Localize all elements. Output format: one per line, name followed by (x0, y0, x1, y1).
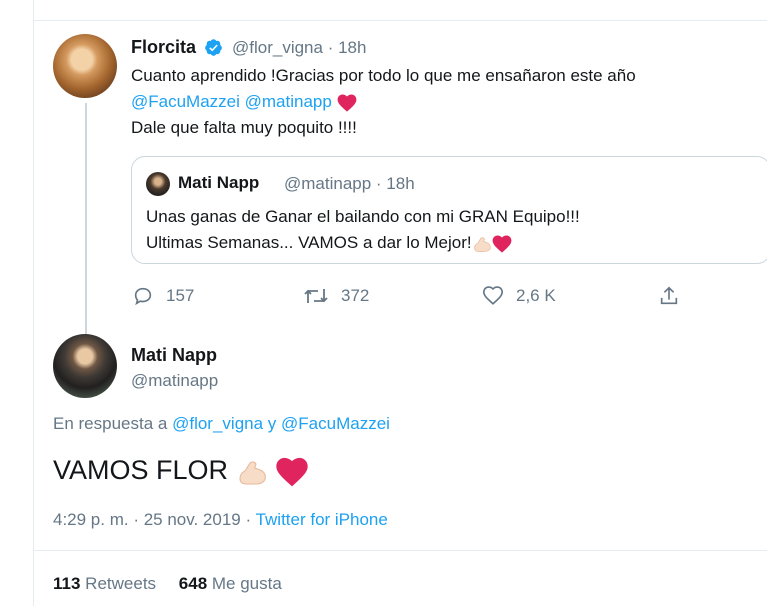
tweet2-author-name[interactable]: Mati Napp (131, 345, 217, 366)
share-icon (660, 286, 678, 305)
like-stat-count[interactable]: 648 (179, 574, 207, 593)
retweet-icon (304, 289, 328, 303)
quoted-text-line2: Ultimas Semanas... VAMOS a dar lo Mejor! (146, 230, 512, 256)
mention-matinapp[interactable]: @matinapp (245, 92, 332, 111)
reply-prefix: En respuesta a (53, 414, 168, 433)
tweet2-handle[interactable]: @matinapp (131, 371, 218, 391)
reply-join: y (267, 414, 277, 433)
tweet2-source[interactable]: Twitter for iPhone (256, 510, 388, 529)
thread-connector (85, 103, 87, 335)
reply-mention-facumazzei[interactable]: @FacuMazzei (281, 414, 390, 433)
tweet2-meta: 4:29 p. m. · 25 nov. 2019 · Twitter for … (53, 507, 388, 533)
like-count: 2,6 K (516, 286, 556, 305)
reply-count: 157 (166, 286, 195, 305)
share-action[interactable] (658, 285, 692, 307)
retweet-stat-label[interactable]: Retweets (85, 574, 156, 593)
top-divider (34, 20, 767, 21)
like-stat-label[interactable]: Me gusta (212, 574, 282, 593)
tweet1-text-line1: Cuanto aprendido !Gracias por todo lo qu… (131, 66, 636, 85)
frame-border (33, 0, 34, 606)
heart-emoji-icon (337, 94, 356, 112)
flexed-biceps-emoji-icon (239, 461, 266, 485)
flexed-biceps-emoji-icon (473, 236, 491, 252)
tweet2-timestamp[interactable]: 4:29 p. m. · 25 nov. 2019 · (53, 510, 251, 529)
tweet1-author-name[interactable]: Florcita (131, 37, 196, 58)
retweet-stat-count[interactable]: 113 (53, 574, 80, 593)
tweet1-text-line3: Dale que falta muy poquito !!!! (131, 118, 357, 137)
mati-napp-small-avatar (146, 172, 170, 196)
mention-facumazzei[interactable]: @FacuMazzei (131, 92, 240, 111)
quoted-text-line1: Unas ganas de Ganar el bailando con mi G… (146, 207, 580, 226)
tweet2-text: VAMOS FLOR (53, 452, 309, 488)
quoted-author-name: Mati Napp (178, 173, 260, 192)
tweet2-body: VAMOS FLOR (53, 455, 229, 485)
reply-action[interactable]: 157 (132, 285, 194, 307)
heart-emoji-icon (492, 235, 512, 253)
like-action[interactable]: 2,6 K (482, 285, 556, 307)
stats-divider (34, 550, 767, 551)
florcita-avatar[interactable] (53, 34, 117, 98)
tweet1-text-line2: @FacuMazzei @matinapp (131, 89, 357, 115)
heart-emoji-icon (276, 457, 308, 487)
reply-mention-flor-vigna[interactable]: @flor_vigna (172, 414, 263, 433)
verified-badge-icon (205, 39, 222, 56)
retweet-action[interactable]: 372 (303, 285, 369, 307)
tweet2-stats: 113 Retweets 648 Me gusta (53, 571, 282, 597)
tweet1-handle-time[interactable]: @flor_vigna · 18h (232, 38, 366, 58)
reply-context: En respuesta a @flor_vigna y @FacuMazzei (53, 411, 390, 437)
reply-icon (134, 287, 152, 306)
retweet-count: 372 (341, 286, 370, 305)
mati-napp-avatar[interactable] (53, 334, 117, 398)
quoted-handle-time: @matinapp · 18h (284, 174, 415, 193)
quoted-text: Ultimas Semanas... VAMOS a dar lo Mejor! (146, 233, 472, 252)
like-icon (483, 286, 503, 305)
